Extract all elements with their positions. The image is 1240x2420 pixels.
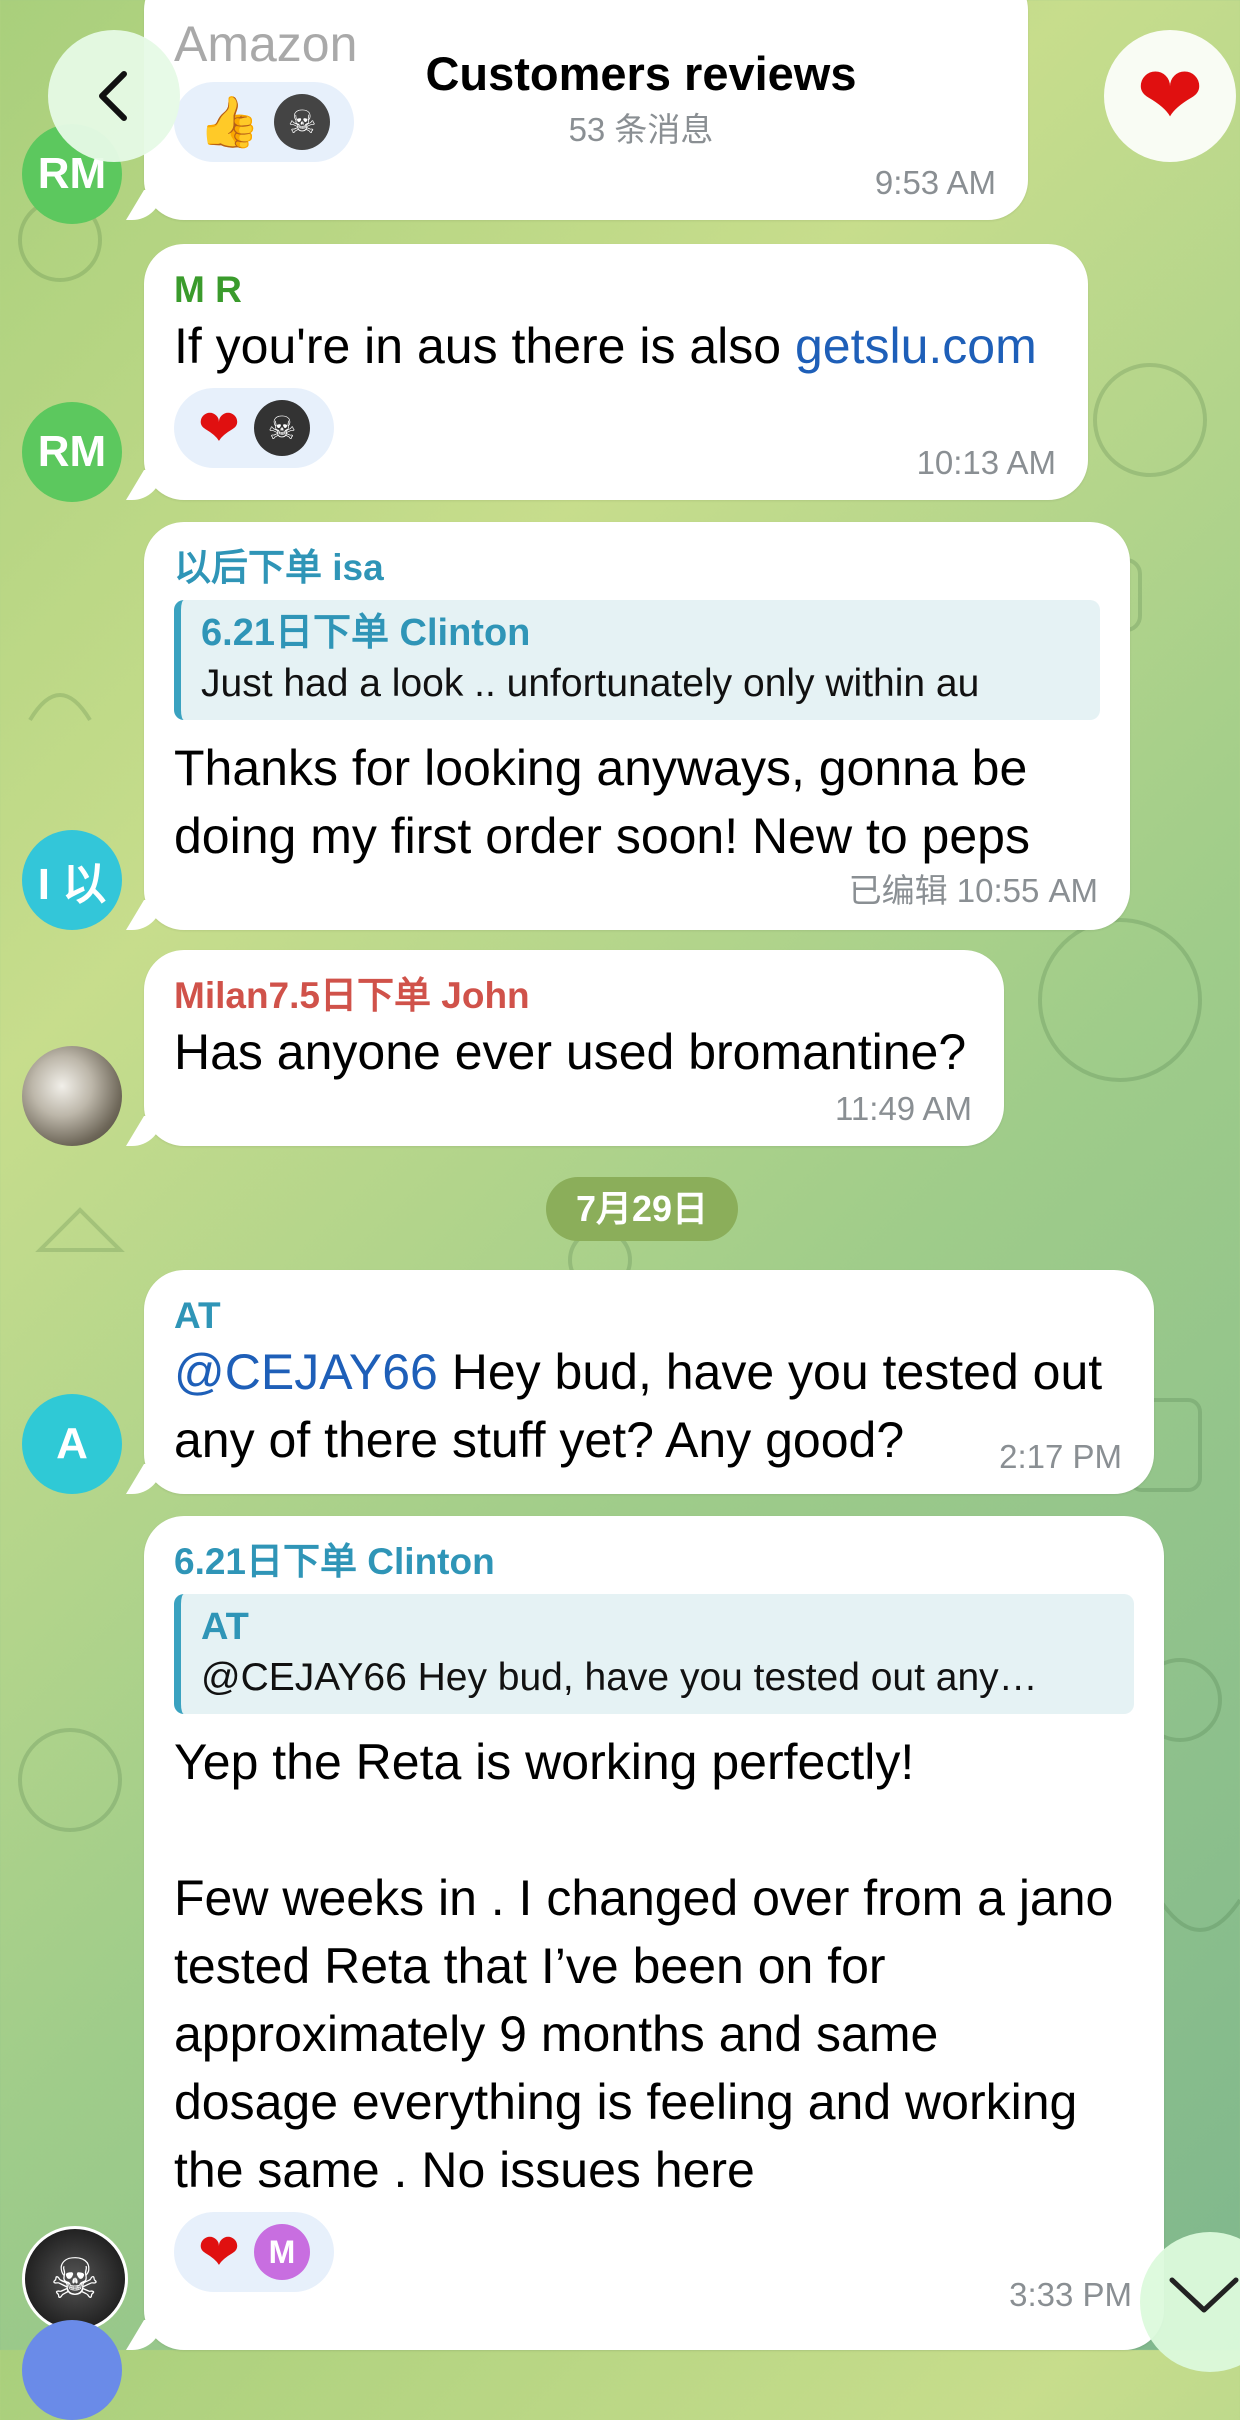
message-time: 已编辑 10:55 AM [848,872,1098,909]
message-text: Has anyone ever used bromantine? [174,1024,967,1081]
message-time: 9:53 AM [874,164,996,201]
message-bubble[interactable]: M R If you're in aus there is also getsl… [144,244,1088,500]
message-bubble[interactable]: 6.21日下单 Clinton AT @CEJAY66 Hey bud, hav… [144,1516,1164,2350]
avatar-skull[interactable]: ☠ [22,2226,128,2332]
message-bubble[interactable]: 以后下单 isa 6.21日下单 Clinton Just had a look… [144,522,1130,930]
reaction-button[interactable]: ❤ [1104,30,1236,162]
avatar-cat-photo[interactable] [22,1046,122,1146]
avatar[interactable]: A [22,1394,122,1494]
sender-name: 以后下单 isa [174,547,384,588]
message-time: 2:17 PM [999,1438,1122,1475]
reply-text: Just had a look .. unfortunately only wi… [201,662,980,706]
reactions[interactable]: ❤ M [174,2212,334,2293]
message-count: 53 条消息 [568,111,714,148]
date-separator: 7月29日 [546,1177,738,1241]
reply-quote[interactable]: AT @CEJAY66 Hey bud, have you tested out… [174,1594,1134,1715]
reply-quote[interactable]: 6.21日下单 Clinton Just had a look .. unfor… [174,600,1100,721]
link-getslu[interactable]: getslu.com [795,318,1037,374]
thumbs-up-icon[interactable]: 👍 [198,92,260,152]
chat-title-pill[interactable]: Customers reviews 53 条消息 [372,30,910,162]
reply-text: @CEJAY66 Hey bud, have you tested out an… [201,1656,1038,1700]
heart-icon: ❤ [1136,51,1204,140]
reply-sender: 6.21日下单 Clinton [201,612,531,655]
message-text: @CEJAY66 Hey bud, have you tested out an… [174,1338,1124,1474]
sender-name: M R [174,269,242,310]
avatar-partial[interactable] [22,2320,122,2420]
message-time: 11:49 AM [835,1090,972,1127]
sender-name: Milan7.5日下单 John [174,975,530,1016]
chat-title: Customers reviews [425,47,857,100]
skull-icon: ☠ [49,2247,101,2310]
skull-sticker-icon[interactable]: ☠ [253,400,310,457]
message-bubble[interactable]: Milan7.5日下单 John Has anyone ever used br… [144,950,1004,1146]
heart-reaction-icon[interactable]: ❤ [198,398,240,458]
message-time: 10:13 AM [916,444,1056,481]
heart-reaction-icon[interactable]: ❤ [198,2222,240,2282]
message-text-plain: If you're in aus there is also [174,318,795,375]
mention-link[interactable]: @CEJAY66 [174,1344,438,1400]
message-bubble[interactable]: AT @CEJAY66 Hey bud, have you tested out… [144,1270,1154,1494]
message-text: If you're in aus there is also getslu.co… [174,312,1058,380]
reply-sender: AT [201,1606,249,1649]
chevron-left-icon [99,71,127,121]
sender-name: AT [174,1295,221,1336]
avatar[interactable]: I 以 [22,830,122,930]
skull-sticker-icon[interactable]: ☠ [274,94,331,150]
back-button[interactable] [48,30,180,162]
reactions[interactable]: ❤ ☠ [174,388,334,469]
reactions[interactable]: 👍 ☠ [174,82,355,162]
reaction-avatar[interactable]: M [253,2224,310,2281]
chevron-down-icon [1169,2277,1239,2313]
avatar[interactable]: RM [22,402,122,502]
message-time: 3:33 PM [1009,2276,1132,2313]
sender-name: 6.21日下单 Clinton [174,1541,495,1582]
message-text: Thanks for looking anyways, gonna be doi… [174,740,1030,865]
message-text: Yep the Reta is working perfectly! Few w… [174,1734,1114,2199]
